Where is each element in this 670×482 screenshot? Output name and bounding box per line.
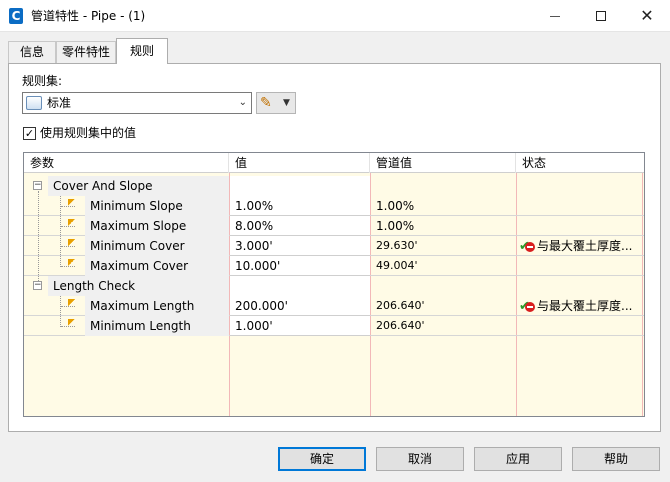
status-text: 与最大覆土厚度...: [537, 299, 633, 313]
pipe-value-cell: 1.00%: [376, 199, 415, 213]
chevron-down-icon: ▼: [283, 98, 290, 108]
status-cell: [517, 316, 642, 336]
ruleset-icon: [26, 96, 42, 110]
column-header-status[interactable]: 状态: [516, 153, 644, 173]
apply-button[interactable]: 应用: [474, 447, 562, 471]
table-row[interactable]: Minimum Slope 1.00% 1.00%: [24, 196, 644, 216]
param-cell: Maximum Slope: [85, 216, 229, 236]
rule-icon: [68, 199, 75, 206]
maximize-icon: [596, 11, 606, 21]
param-cell: Minimum Length: [85, 316, 229, 336]
status-text: 与最大覆土厚度...: [537, 239, 633, 253]
value-cell[interactable]: 8.00%: [230, 216, 370, 236]
group-name: Length Check: [48, 276, 229, 296]
tab-info[interactable]: 信息: [8, 41, 56, 63]
pipe-value-cell: 206.640': [376, 299, 425, 312]
minimize-button[interactable]: [532, 0, 578, 32]
rule-icon: [68, 299, 75, 306]
param-cell: Minimum Cover: [85, 236, 229, 256]
chevron-down-icon: ⌄: [238, 97, 247, 108]
rule-violation-icon: ✔: [519, 299, 535, 314]
table-row[interactable]: Minimum Cover 3.000' 29.630' ✔与最大覆土厚度...: [24, 236, 644, 256]
table-row[interactable]: Minimum Length 1.000' 206.640': [24, 316, 644, 336]
table-row[interactable]: Maximum Length 200.000' 206.640' ✔与最大覆土厚…: [24, 296, 644, 316]
title-bar: C 管道特性 - Pipe - (1) ✕: [0, 0, 670, 32]
column-header-value[interactable]: 值: [229, 153, 370, 173]
maximize-button[interactable]: [578, 0, 624, 32]
status-cell: ✔与最大覆土厚度...: [517, 236, 642, 256]
value-cell[interactable]: 1.00%: [230, 196, 370, 216]
tab-rules[interactable]: 规则: [116, 38, 168, 64]
app-icon: C: [9, 8, 23, 24]
table-row[interactable]: Maximum Slope 8.00% 1.00%: [24, 216, 644, 236]
use-ruleset-values-label: 使用规则集中的值: [40, 126, 137, 140]
param-cell: Minimum Slope: [85, 196, 229, 216]
tab-part-properties[interactable]: 零件特性: [56, 41, 116, 63]
status-cell: [517, 216, 642, 236]
status-cell: ✔与最大覆土厚度...: [517, 296, 642, 316]
column-header-parameter[interactable]: 参数: [24, 153, 229, 173]
column-header-pipe-value[interactable]: 管道值: [370, 153, 516, 173]
ruleset-dropdown[interactable]: 标准 ⌄: [22, 92, 252, 114]
value-cell[interactable]: 1.000': [230, 316, 370, 336]
pipe-value-cell: 206.640': [376, 319, 425, 332]
collapse-icon[interactable]: −: [33, 281, 42, 290]
ruleset-selected: 标准: [47, 96, 72, 110]
help-button[interactable]: 帮助: [572, 447, 660, 471]
minimize-icon: [550, 15, 560, 17]
param-cell: Maximum Length: [85, 296, 229, 316]
rule-violation-icon: ✔: [519, 239, 535, 254]
edit-ruleset-button[interactable]: ✎ ▼: [256, 92, 296, 114]
cancel-button[interactable]: 取消: [376, 447, 464, 471]
close-button[interactable]: ✕: [624, 0, 670, 32]
pipe-value-cell: 49.004': [376, 259, 418, 272]
pencil-icon: ✎: [260, 95, 272, 111]
group-name: Cover And Slope: [48, 176, 229, 196]
pipe-value-cell: 29.630': [376, 239, 418, 252]
rule-icon: [68, 239, 75, 246]
rule-icon: [68, 319, 75, 326]
pipe-value-cell: 1.00%: [376, 219, 415, 233]
group-row-cover-and-slope[interactable]: − Cover And Slope: [24, 176, 644, 196]
value-cell[interactable]: 10.000': [230, 256, 370, 276]
value-cell[interactable]: 200.000': [230, 296, 370, 316]
group-row-length-check[interactable]: − Length Check: [24, 276, 644, 296]
ruleset-label: 规则集:: [22, 74, 63, 88]
rules-grid: 参数 值 管道值 状态 − Cover And Slope Minimum Sl…: [23, 152, 645, 417]
rule-icon: [68, 259, 75, 266]
grid-header: 参数 值 管道值 状态: [24, 153, 644, 173]
close-icon: ✕: [640, 6, 654, 25]
status-cell: [517, 256, 642, 276]
value-cell[interactable]: 3.000': [230, 236, 370, 256]
collapse-icon[interactable]: −: [33, 181, 42, 190]
rule-icon: [68, 219, 75, 226]
param-cell: Maximum Cover: [85, 256, 229, 276]
table-row[interactable]: Maximum Cover 10.000' 49.004': [24, 256, 644, 276]
use-ruleset-values-checkbox[interactable]: ✓: [23, 127, 36, 140]
window-title: 管道特性 - Pipe - (1): [31, 9, 146, 23]
ok-button[interactable]: 确定: [278, 447, 366, 471]
status-cell: [517, 196, 642, 216]
